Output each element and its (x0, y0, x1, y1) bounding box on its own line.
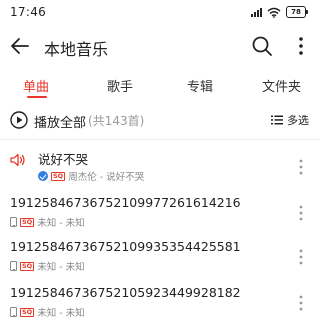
tab-bar: 单曲 歌手 专辑 文件夹 (0, 72, 320, 102)
song-subtitle-row: SQ 未知 - 未知 (10, 259, 85, 273)
song-row[interactable]: 19125846736752105923449928182 SQ 未知 - 未知 (0, 285, 320, 331)
search-icon (252, 36, 272, 56)
tab-songs[interactable]: 单曲 (23, 76, 49, 95)
song-title: 说好不哭 (38, 152, 89, 167)
cellular-signal-icon (251, 7, 262, 17)
song-row[interactable]: 19125846736752109935354425581 SQ 未知 - 未知 (0, 239, 320, 285)
song-subtitle-row: SQ 未知 - 未知 (10, 305, 85, 319)
song-more-icon[interactable] (296, 247, 306, 267)
song-row[interactable]: 说好不哭 SQ 周杰伦 - 说好不哭 (0, 149, 320, 195)
sq-quality-badge: SQ (51, 171, 66, 181)
status-bar: 17:46 78 (0, 0, 320, 26)
play-circle-icon (10, 111, 28, 129)
app-bar: 本地音乐 (0, 28, 320, 64)
now-playing-speaker-icon (10, 153, 25, 167)
active-tab-indicator (27, 96, 47, 98)
local-phone-icon (10, 307, 17, 317)
status-time: 17:46 (10, 5, 47, 19)
wifi-icon (267, 7, 281, 18)
back-arrow-icon (11, 38, 29, 54)
divider (0, 139, 320, 140)
local-phone-icon (10, 261, 17, 271)
back-button[interactable] (8, 34, 32, 58)
song-more-icon[interactable] (296, 293, 306, 313)
overflow-menu-button[interactable] (291, 34, 311, 58)
song-title: 19125846736752105923449928182 (10, 285, 241, 300)
list-icon (271, 115, 283, 125)
song-count: (共143首) (88, 114, 145, 128)
search-button[interactable] (250, 34, 274, 58)
sq-quality-badge: SQ (20, 261, 35, 271)
song-more-icon[interactable] (296, 203, 306, 223)
song-row[interactable]: 19125846736752109977261614216 SQ 未知 - 未知 (0, 195, 320, 241)
song-artist-album: 周杰伦 - 说好不哭 (68, 172, 145, 183)
local-phone-icon (10, 217, 17, 227)
status-icons: 78 (251, 6, 308, 18)
song-subtitle-row: SQ 周杰伦 - 说好不哭 (38, 169, 144, 183)
song-title: 19125846736752109977261614216 (10, 195, 241, 210)
song-title: 19125846736752109935354425581 (10, 239, 241, 254)
multi-select-label: 多选 (287, 114, 309, 127)
song-artist-album: 未知 - 未知 (37, 262, 85, 273)
tab-folders[interactable]: 文件夹 (262, 76, 301, 95)
play-all-label: 播放全部 (34, 116, 87, 131)
tab-albums[interactable]: 专辑 (187, 76, 213, 95)
song-artist-album: 未知 - 未知 (37, 308, 85, 319)
sq-quality-badge: SQ (20, 307, 35, 317)
battery-level: 78 (291, 8, 301, 16)
play-all-row[interactable]: 播放全部 (共143首) 多选 (0, 108, 320, 134)
song-subtitle-row: SQ 未知 - 未知 (10, 215, 85, 229)
multi-select-button[interactable]: 多选 (271, 112, 309, 128)
verified-badge-icon (38, 171, 48, 181)
more-vertical-icon (299, 37, 303, 55)
battery-icon: 78 (286, 6, 308, 18)
tab-artists[interactable]: 歌手 (107, 76, 133, 95)
page-title: 本地音乐 (44, 40, 109, 59)
song-artist-album: 未知 - 未知 (37, 218, 85, 229)
sq-quality-badge: SQ (20, 217, 35, 227)
song-more-icon[interactable] (296, 157, 306, 177)
